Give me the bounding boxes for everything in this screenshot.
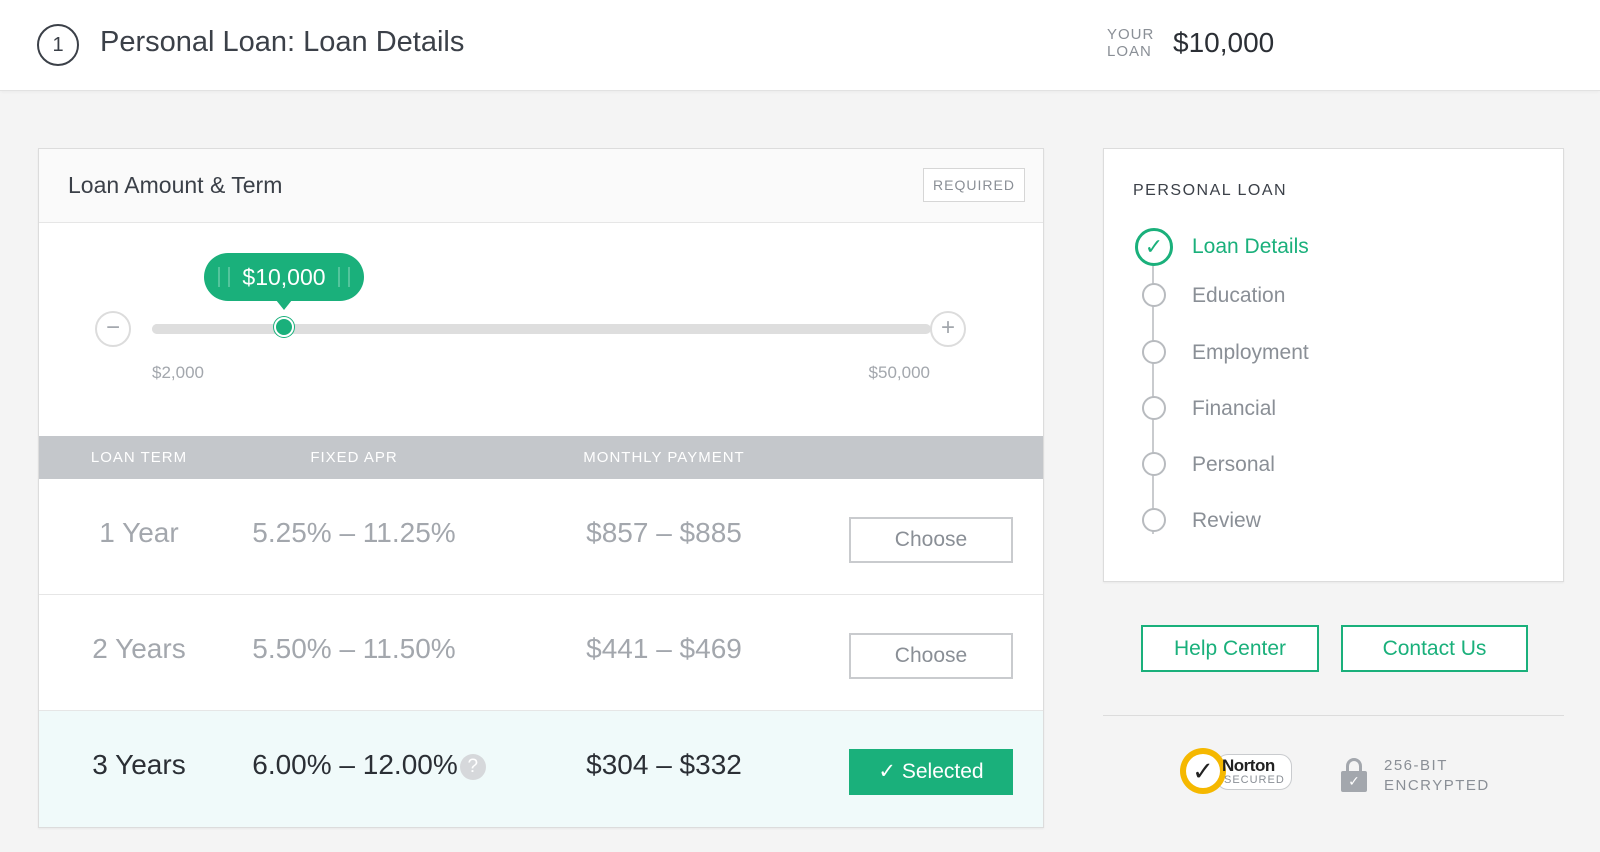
step-review[interactable]: Review	[1135, 502, 1535, 538]
loan-term-row-selected: 3 Years 6.00% – 12.00%? $304 – $332 ✓ Se…	[39, 711, 1043, 827]
payment-cell: $441 – $469	[586, 633, 742, 664]
header-fixed-apr: FIXED APR	[310, 449, 398, 466]
apr-cell: 5.50% – 11.50%	[252, 633, 456, 664]
sidebar-title: PERSONAL LOAN	[1133, 182, 1288, 199]
slider-min-label: $2,000	[152, 363, 204, 382]
step-employment[interactable]: Employment	[1135, 334, 1535, 370]
loan-amount-slider-track[interactable]	[152, 324, 931, 334]
apr-help-icon[interactable]: ?	[459, 753, 486, 780]
sidebar-divider	[1103, 715, 1564, 716]
your-loan-amount: $10,000	[1173, 27, 1275, 58]
step-label: Loan Details	[1192, 235, 1309, 258]
step-loan-details[interactable]: ✓ Loan Details	[1135, 228, 1535, 266]
step-circle-icon	[1142, 283, 1166, 307]
selected-button[interactable]: ✓ Selected	[849, 749, 1013, 795]
lock-body: ✓	[1341, 771, 1367, 792]
loan-term-row: 2 Years 5.50% – 11.50% $441 – $469 Choos…	[39, 595, 1043, 711]
step-education[interactable]: Education	[1135, 277, 1535, 313]
loan-amount-term-card: Loan Amount & Term REQUIRED $10,000 − + …	[38, 148, 1044, 828]
norton-seal-icon: ✓	[1180, 748, 1226, 794]
top-bar: 1 Personal Loan: Loan Details YOUR LOAN …	[0, 0, 1600, 91]
slider-thumb[interactable]	[274, 317, 294, 337]
check-circle-icon: ✓	[1135, 228, 1173, 266]
norton-secured-label: SECURED	[1224, 774, 1285, 786]
apr-cell: 5.25% – 11.25%	[252, 517, 456, 548]
tooltip-grip-left	[218, 267, 230, 287]
step-circle-icon	[1142, 452, 1166, 476]
tooltip-grip-right	[338, 267, 350, 287]
choose-button[interactable]: Choose	[849, 517, 1013, 563]
term-cell: 3 Years	[92, 749, 186, 780]
page-title: Personal Loan: Loan Details	[100, 26, 465, 58]
choose-button[interactable]: Choose	[849, 633, 1013, 679]
progress-sidebar: PERSONAL LOAN ✓ Loan Details Education E…	[1103, 148, 1564, 582]
payment-cell: $304 – $332	[586, 749, 742, 780]
card-title: Loan Amount & Term	[68, 172, 283, 198]
selected-label: Selected	[901, 760, 984, 783]
step-label: Education	[1192, 284, 1286, 307]
step-circle-icon	[1142, 340, 1166, 364]
slider-fill	[152, 324, 284, 334]
payment-cell: $857 – $885	[586, 517, 742, 548]
term-cell: 1 Year	[99, 517, 179, 548]
norton-name: Norton	[1222, 756, 1275, 775]
slider-value-tooltip: $10,000	[204, 253, 364, 310]
help-center-button[interactable]: Help Center	[1141, 625, 1319, 672]
step-label: Employment	[1192, 341, 1309, 364]
step-label: Review	[1192, 509, 1261, 532]
lock-icon: ✓	[1341, 758, 1367, 792]
step-circle-icon	[1142, 396, 1166, 420]
increase-amount-button[interactable]: +	[930, 311, 966, 347]
norton-check-icon: ✓	[1186, 754, 1220, 788]
step-label: Personal	[1192, 453, 1275, 476]
norton-secured-badge: ✓ Norton SECURED	[1180, 748, 1294, 796]
apr-value: 6.00% – 12.00%	[252, 749, 458, 780]
loan-term-row: 1 Year 5.25% – 11.25% $857 – $885 Choose	[39, 479, 1043, 595]
step-financial[interactable]: Financial	[1135, 390, 1535, 426]
step-label: Financial	[1192, 397, 1277, 420]
card-header: Loan Amount & Term REQUIRED	[39, 149, 1043, 223]
step-personal[interactable]: Personal	[1135, 446, 1535, 482]
header-monthly-payment: MONTHLY PAYMENT	[583, 449, 745, 466]
step-number-badge: 1	[37, 24, 79, 66]
term-cell: 2 Years	[92, 633, 186, 664]
encryption-label: 256-BIT ENCRYPTED	[1384, 757, 1490, 794]
slider-value-label: $10,000	[242, 264, 326, 290]
required-badge: REQUIRED	[923, 168, 1025, 202]
decrease-amount-button[interactable]: −	[95, 311, 131, 347]
your-loan-label: YOUR LOAN	[1107, 26, 1155, 60]
loan-table-header: LOAN TERM FIXED APR MONTHLY PAYMENT	[39, 436, 1043, 479]
step-circle-icon	[1142, 508, 1166, 532]
contact-us-button[interactable]: Contact Us	[1341, 625, 1528, 672]
slider-max-label: $50,000	[868, 363, 930, 382]
header-loan-term: LOAN TERM	[90, 449, 188, 466]
check-icon: ✓	[878, 760, 897, 783]
apr-cell: 6.00% – 12.00%?	[239, 749, 499, 781]
